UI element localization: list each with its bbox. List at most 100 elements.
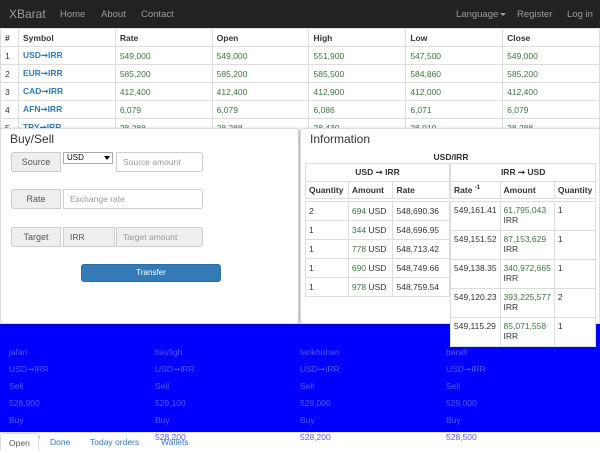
- amount-value: 690: [351, 263, 367, 273]
- col-header: Rate: [114, 28, 213, 47]
- table-row: 549,151.52 87,153,629 IRR 1: [450, 230, 597, 260]
- offer-sell-value: 529,100: [155, 398, 186, 408]
- amount-value: 340,972,665: [503, 263, 551, 273]
- rate-cell: 548,696.95: [392, 220, 450, 240]
- offer-sell-label: Sell: [9, 381, 24, 391]
- quantity-cell: 1: [305, 239, 349, 259]
- target-amount-input: Target amount: [116, 227, 203, 247]
- offer-card[interactable]: bavfigh USD➞IRR Sell 529,100 Buy 528,200: [155, 344, 295, 446]
- source-currency-select[interactable]: USD: [63, 152, 113, 164]
- nav-contact[interactable]: Contact: [141, 9, 174, 20]
- col-header: Symbol: [17, 28, 116, 47]
- offer-trader: jafari: [9, 347, 28, 357]
- open-cell: 549,000: [211, 46, 310, 65]
- high-cell: 412,900: [308, 82, 407, 101]
- nav-register[interactable]: Register: [517, 9, 552, 20]
- table-row: 1 978 USD 548,759.54: [305, 277, 450, 297]
- table-row: 4 AFN➞IRR 6,079 6,079 6,086 6,071 6,079: [0, 100, 600, 119]
- amount-value: 393,225,577: [503, 292, 551, 302]
- caret-down-icon: [500, 12, 507, 16]
- tab-done[interactable]: Done: [42, 433, 78, 451]
- amount-cell: 694 USD: [347, 201, 394, 221]
- tab-today-orders[interactable]: Today orders: [82, 433, 147, 451]
- rate-cell: 549,138.35: [450, 259, 501, 289]
- tab-wallets[interactable]: Wallets: [153, 433, 197, 451]
- offer-buy-label: Buy: [300, 415, 315, 425]
- col-header: Rate: [392, 181, 450, 199]
- transfer-button[interactable]: Transfer: [81, 264, 221, 282]
- amount-unit: IRR: [503, 331, 519, 341]
- offer-trader: tarikhohan: [300, 347, 340, 357]
- amount-cell: 85,071,558 IRR: [499, 317, 555, 347]
- language-dropdown[interactable]: Language: [456, 9, 507, 20]
- tab-open[interactable]: Open: [0, 433, 39, 451]
- order-tabs: Open Done Today orders Wallets: [0, 432, 600, 451]
- col-header: Amount: [347, 181, 394, 199]
- rate-cell: 549,115.29: [450, 317, 501, 347]
- rate-cell: 549,161.41: [450, 201, 501, 231]
- symbol-link[interactable]: EUR➞IRR: [17, 64, 116, 83]
- offer-pair: USD➞IRR: [9, 364, 49, 374]
- source-label: Source: [11, 152, 61, 172]
- market-header-row: # Symbol Rate Open High Low Close: [0, 28, 600, 47]
- col-header: High: [308, 28, 407, 47]
- col-header: #: [0, 28, 19, 47]
- nav-about[interactable]: About: [101, 9, 126, 20]
- offer-card[interactable]: barafi USD➞IRR Sell 529,000 Buy 528,500: [446, 344, 586, 446]
- close-cell: 585,200: [502, 64, 600, 83]
- row-index: 1: [0, 46, 19, 65]
- navbar: XBarat Home About Contact Language Regis…: [0, 0, 600, 28]
- irr-usd-table: IRR ➞ USD Rate -1 Amount Quantity 549,16…: [449, 163, 597, 347]
- quantity-cell: 1: [305, 220, 349, 240]
- rate-input[interactable]: Exchange rate: [63, 189, 203, 209]
- amount-unit: USD: [368, 225, 387, 235]
- source-amount-input[interactable]: Source amount: [116, 152, 203, 172]
- amount-cell: 340,972,665 IRR: [499, 259, 555, 289]
- nav-home[interactable]: Home: [60, 9, 85, 20]
- col-header: Amount: [499, 181, 555, 199]
- nav-login[interactable]: Log in: [567, 9, 593, 20]
- amount-cell: 778 USD: [347, 239, 394, 259]
- irr-usd-heading: IRR ➞ USD: [449, 163, 597, 182]
- row-index: 2: [0, 64, 19, 83]
- table-row: 1 690 USD 548,749.66: [305, 258, 450, 278]
- amount-cell: 690 USD: [347, 258, 394, 278]
- language-label: Language: [456, 9, 499, 20]
- quantity-cell: 1: [305, 258, 349, 278]
- amount-value: 61,795,043: [503, 205, 547, 215]
- rate-cell: 548,713.42: [392, 239, 450, 259]
- rate-cell: 548,759.54: [392, 277, 450, 297]
- quantity-cell: 1: [553, 201, 597, 231]
- buysell-panel: Buy/Sell Source USD Source amount Rate E…: [0, 128, 299, 324]
- table-row: 3 CAD➞IRR 412,400 412,400 412,900 412,00…: [0, 82, 600, 101]
- symbol-link[interactable]: CAD➞IRR: [17, 82, 116, 101]
- amount-cell: 393,225,577 IRR: [499, 288, 555, 318]
- quantity-cell: 1: [553, 317, 597, 347]
- open-cell: 412,400: [211, 82, 310, 101]
- symbol-link[interactable]: USD➞IRR: [17, 46, 116, 65]
- brand-logo[interactable]: XBarat: [9, 7, 46, 21]
- quantity-cell: 2: [305, 201, 349, 221]
- low-cell: 6,071: [405, 100, 504, 119]
- amount-cell: 87,153,629 IRR: [499, 230, 555, 260]
- offer-card[interactable]: jafari USD➞IRR Sell 528,900 Buy 528,200: [9, 344, 149, 446]
- amount-value: 694: [351, 206, 367, 216]
- offer-card[interactable]: tarikhohan USD➞IRR Sell 529,000 Buy 528,…: [300, 344, 440, 446]
- col-header: Low: [405, 28, 504, 47]
- table-row: 549,138.35 340,972,665 IRR 1: [450, 259, 597, 289]
- low-cell: 412,000: [405, 82, 504, 101]
- information-title: Information: [310, 132, 371, 146]
- rate-cell: 585,200: [114, 64, 213, 83]
- table-row: 549,161.41 61,795,043 IRR 1: [450, 201, 597, 231]
- symbol-link[interactable]: AFN➞IRR: [17, 100, 116, 119]
- amount-unit: IRR: [503, 244, 519, 254]
- high-cell: 551,900: [308, 46, 407, 65]
- amount-cell: 978 USD: [347, 277, 394, 297]
- offer-sell-value: 529,000: [300, 398, 331, 408]
- close-cell: 6,079: [502, 100, 600, 119]
- usd-irr-heading: USD ➞ IRR: [305, 163, 450, 182]
- amount-cell: 344 USD: [347, 220, 394, 240]
- row-index: 4: [0, 100, 19, 119]
- col-header: Open: [211, 28, 310, 47]
- target-currency: IRR: [63, 227, 115, 247]
